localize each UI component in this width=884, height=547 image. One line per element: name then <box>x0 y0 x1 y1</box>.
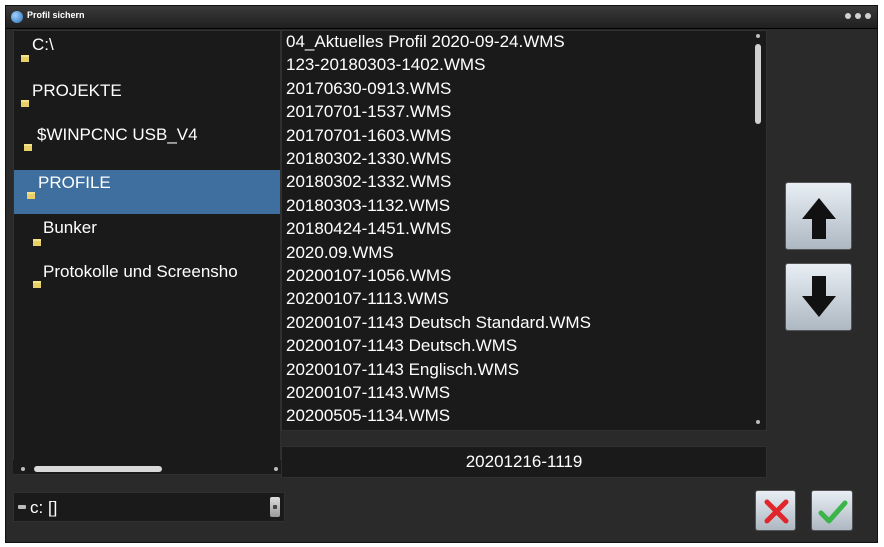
folder-tree[interactable]: C:\ PROJEKTE $WINPCNC USB_V4 PROFILE Bun… <box>13 30 281 475</box>
arrow-up-icon <box>802 198 836 239</box>
title-bar: Profil sichern <box>6 6 877 29</box>
file-list-item[interactable]: 20200107-1056.WMS <box>286 266 451 286</box>
window-menu-button[interactable] <box>845 9 871 23</box>
ok-button[interactable] <box>811 490 853 531</box>
file-list-item[interactable]: 04_Aktuelles Profil 2020-09-24.WMS <box>286 32 565 52</box>
move-up-button[interactable] <box>785 182 852 250</box>
drive-icon <box>18 505 26 509</box>
menu-dot-icon <box>865 13 871 19</box>
drive-select[interactable]: c: [] <box>13 492 285 522</box>
arrow-down-icon <box>802 276 836 317</box>
file-list-item[interactable]: 2020.09.WMS <box>286 243 394 263</box>
cancel-button[interactable] <box>755 490 796 531</box>
x-icon <box>764 499 789 524</box>
file-list-scrollbar[interactable] <box>753 34 765 426</box>
file-list-item[interactable]: 20200107-1143 Deutsch.WMS <box>286 336 517 356</box>
tree-item-c-drive[interactable]: C:\ <box>14 33 280 63</box>
tree-item-protokolle[interactable]: Protokolle und Screensho <box>14 256 280 290</box>
file-list-item[interactable]: 20200107-1113.WMS <box>286 289 449 309</box>
app-icon <box>11 11 23 23</box>
file-list[interactable]: 04_Aktuelles Profil 2020-09-24.WMS 123-20… <box>281 30 767 431</box>
tree-item-label: Bunker <box>43 218 97 237</box>
file-list-item[interactable]: 20200107-1143 Englisch.WMS <box>286 360 519 380</box>
scroll-down-icon[interactable] <box>756 420 760 424</box>
menu-dot-icon <box>845 13 851 19</box>
window-title: Profil sichern <box>27 10 85 20</box>
scrollbar-thumb[interactable] <box>755 44 761 124</box>
scrollbar-thumb[interactable] <box>34 466 162 472</box>
drive-dropdown-button[interactable] <box>270 497 280 517</box>
open-folder-icon <box>27 192 35 199</box>
menu-dot-icon <box>855 13 861 19</box>
open-folder-icon <box>21 100 29 107</box>
tree-item-bunker[interactable]: Bunker <box>14 214 280 248</box>
file-list-item[interactable]: 20200107-1143 Deutsch Standard.WMS <box>286 313 591 333</box>
open-folder-icon <box>24 144 32 151</box>
checkmark-icon <box>818 500 848 524</box>
tree-item-label: PROJEKTE <box>32 81 122 100</box>
folder-icon <box>33 239 41 246</box>
tree-item-profile[interactable]: PROFILE <box>14 170 280 214</box>
file-list-item[interactable]: 20180302-1332.WMS <box>286 172 451 192</box>
file-list-item[interactable]: 20180302-1330.WMS <box>286 149 451 169</box>
tree-item-label: $WINPCNC USB_V4 <box>37 125 198 144</box>
tree-item-label: PROFILE <box>38 173 111 192</box>
file-list-item[interactable]: 20180424-1451.WMS <box>286 219 451 239</box>
tree-item-label: Protokolle und Screensho <box>43 262 238 281</box>
tree-item-label: C:\ <box>32 35 54 54</box>
file-list-item[interactable]: 20170701-1603.WMS <box>286 126 451 146</box>
file-list-item[interactable]: 20170630-0913.WMS <box>286 79 451 99</box>
drive-value: c: [] <box>30 498 58 517</box>
file-list-item[interactable]: 20200107-1143.WMS <box>286 383 450 403</box>
tree-item-winpcnc[interactable]: $WINPCNC USB_V4 <box>14 119 280 153</box>
scroll-up-icon[interactable] <box>756 34 760 38</box>
file-list-item[interactable]: 20200505-1134.WMS <box>286 406 450 426</box>
tree-item-projekte[interactable]: PROJEKTE <box>14 75 280 109</box>
open-folder-icon <box>21 55 29 62</box>
move-down-button[interactable] <box>785 263 852 331</box>
filename-input[interactable]: 20201216-1119 <box>281 446 767 478</box>
file-list-item[interactable]: 20170701-1537.WMS <box>286 102 451 122</box>
scroll-right-icon[interactable] <box>274 467 278 471</box>
scroll-left-icon[interactable] <box>21 467 25 471</box>
file-list-item[interactable]: 123-20180303-1402.WMS <box>286 55 485 75</box>
tree-horizontal-scrollbar[interactable] <box>13 460 281 474</box>
file-list-item[interactable]: 20180303-1132.WMS <box>286 196 450 216</box>
folder-icon <box>33 281 41 288</box>
